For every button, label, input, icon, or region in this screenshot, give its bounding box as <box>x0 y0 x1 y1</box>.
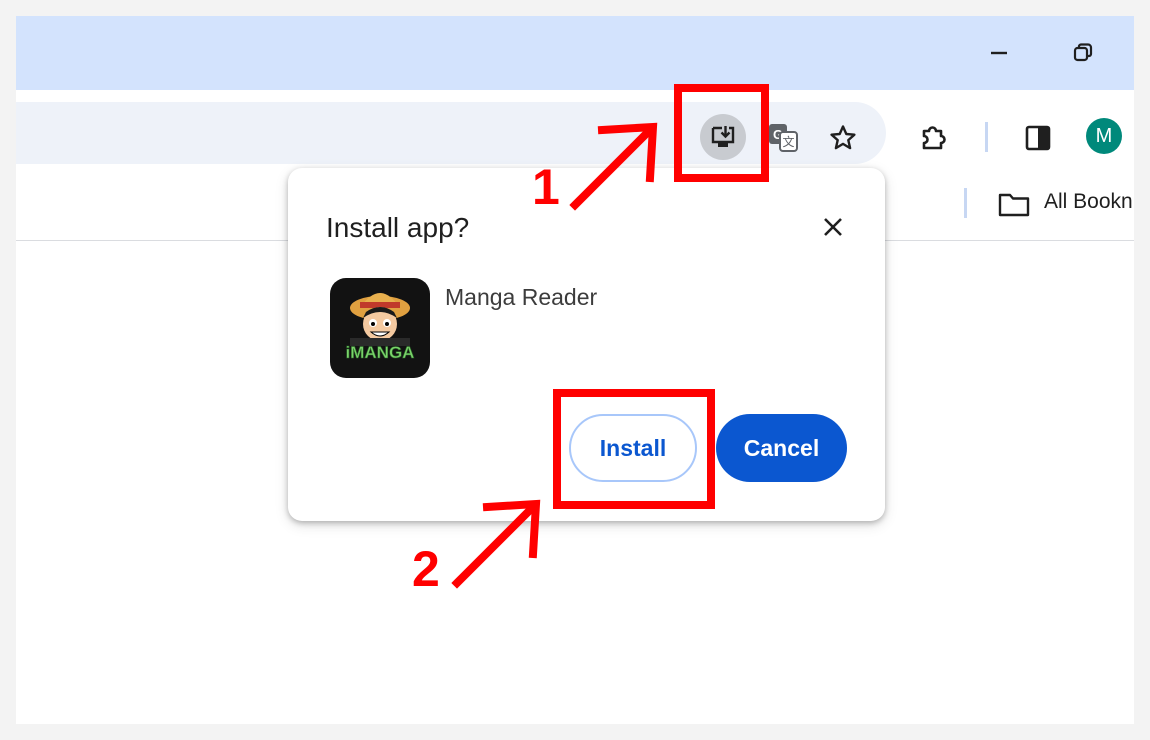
annotation-arrow-1 <box>569 124 656 211</box>
annotation-arrows <box>451 122 658 589</box>
annotation-arrow-2 <box>451 501 539 589</box>
